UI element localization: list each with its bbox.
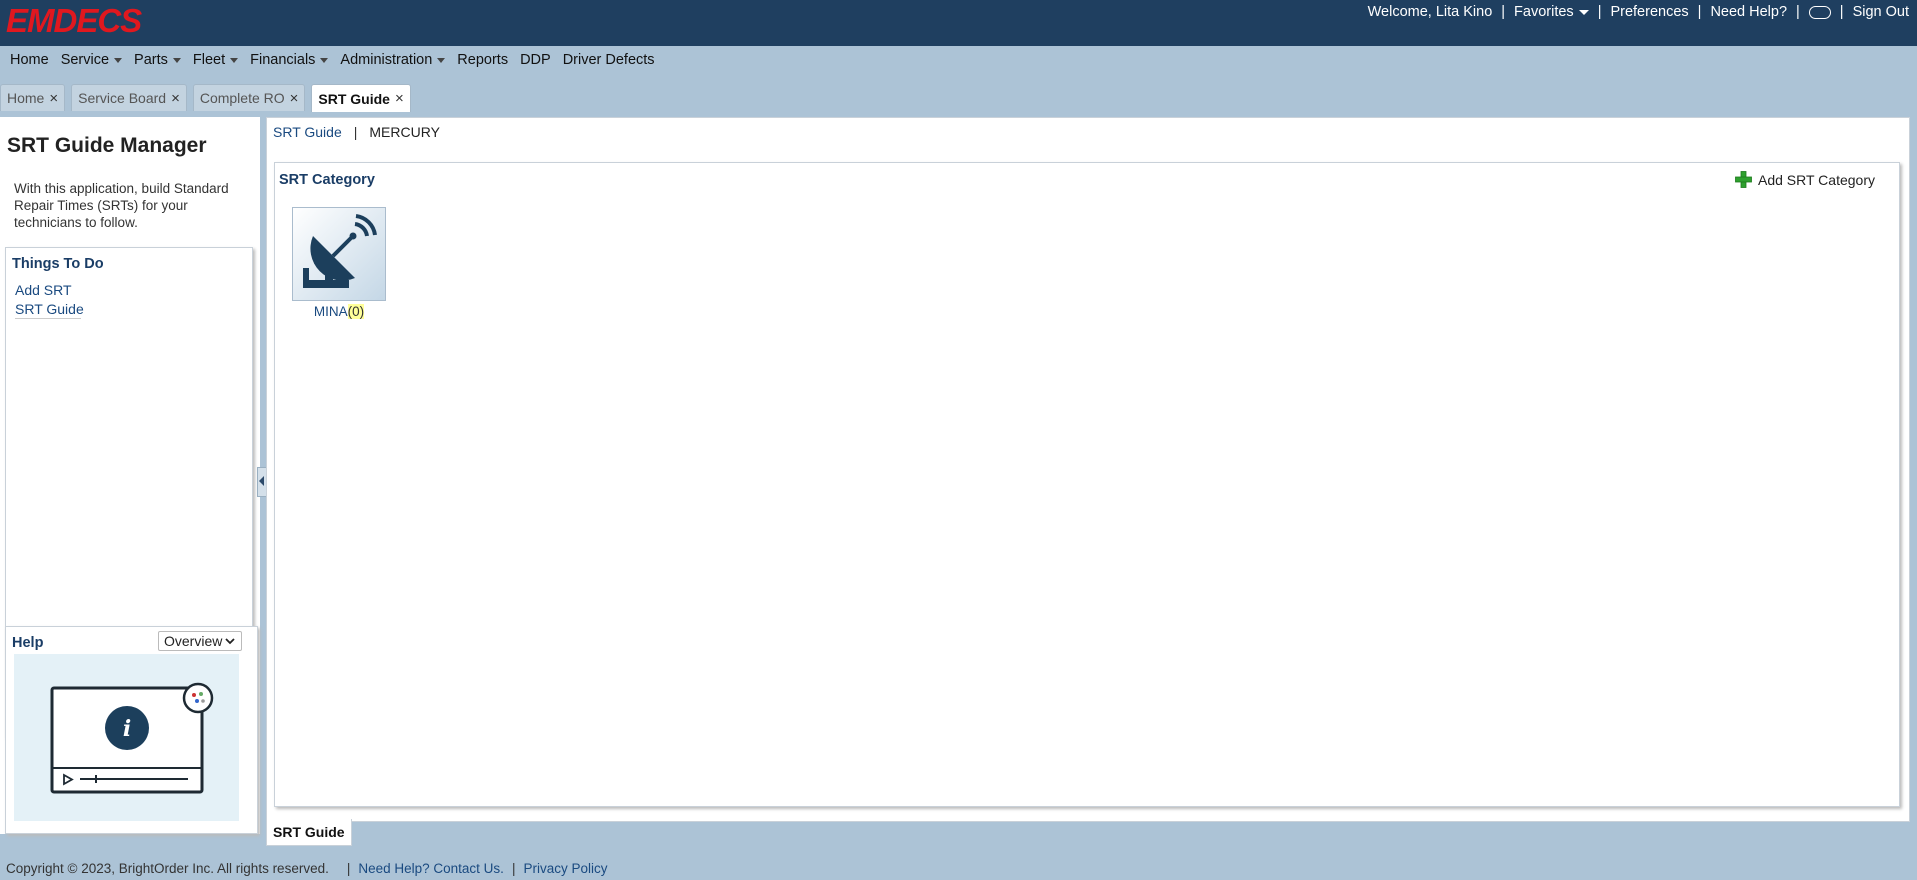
privacy-policy-link[interactable]: Privacy Policy bbox=[523, 861, 607, 876]
category-tile-label[interactable]: MINA(0) bbox=[292, 304, 386, 319]
tab-service-board[interactable]: Service Board × bbox=[71, 84, 187, 111]
chevron-down-icon bbox=[437, 57, 446, 63]
intro-text: With this application, build Standard Re… bbox=[14, 181, 229, 230]
satellite-dish-icon bbox=[293, 208, 385, 300]
sign-out-link[interactable]: Sign Out bbox=[1853, 4, 1909, 20]
nav-fleet[interactable]: Fleet bbox=[187, 52, 244, 68]
nav-administration[interactable]: Administration bbox=[334, 52, 451, 68]
open-tabs: Home × Service Board × Complete RO × SRT Gu… bbox=[0, 84, 417, 112]
page-title: SRT Guide Manager bbox=[7, 134, 207, 157]
main-nav: Home Service Parts Fleet Financials Admi… bbox=[0, 46, 1917, 74]
chevron-down-icon bbox=[172, 57, 181, 63]
user-menu: Welcome, Lita Kino | Favorites | Prefere… bbox=[1367, 4, 1909, 20]
top-bar: EMDECS Welcome, Lita Kino | Favorites | … bbox=[0, 0, 1917, 46]
help-video-thumbnail[interactable]: i bbox=[14, 654, 239, 821]
close-icon[interactable]: × bbox=[49, 90, 58, 107]
srt-category-panel: SRT Category Add SRT Category MINA(0) bbox=[274, 162, 1900, 807]
help-panel: Help Overview i bbox=[5, 626, 258, 834]
help-title: Help bbox=[12, 635, 44, 651]
add-srt-link[interactable]: Add SRT bbox=[15, 282, 72, 298]
nav-parts[interactable]: Parts bbox=[128, 52, 187, 68]
main-panel: SRT Guide | MERCURY SRT Category Add SRT… bbox=[266, 117, 1910, 822]
category-tile-mina[interactable] bbox=[292, 207, 386, 301]
svg-text:i: i bbox=[123, 716, 131, 742]
copyright-text: Copyright © 2023, BrightOrder Inc. All r… bbox=[6, 861, 329, 876]
tab-home[interactable]: Home × bbox=[0, 84, 66, 111]
tab-srt-guide[interactable]: SRT Guide × bbox=[311, 84, 411, 112]
bottom-tab-srt-guide[interactable]: SRT Guide bbox=[266, 819, 352, 846]
contact-link[interactable]: Need Help? Contact Us. bbox=[358, 861, 504, 876]
breadcrumb: SRT Guide | MERCURY bbox=[273, 124, 440, 140]
close-icon[interactable]: × bbox=[290, 90, 299, 107]
nav-service[interactable]: Service bbox=[55, 52, 128, 68]
nav-driver-defects[interactable]: Driver Defects bbox=[557, 52, 661, 68]
plus-icon bbox=[1735, 171, 1752, 188]
category-count: (0) bbox=[347, 304, 365, 319]
video-info-icon[interactable]: i bbox=[14, 654, 239, 821]
nav-ddp[interactable]: DDP bbox=[514, 52, 557, 68]
left-panel: SRT Guide Manager With this application,… bbox=[0, 117, 260, 834]
help-topic-select[interactable]: Overview bbox=[158, 631, 242, 651]
chevron-down-icon bbox=[1578, 9, 1589, 15]
srt-guide-link[interactable]: SRT Guide bbox=[15, 301, 84, 317]
nav-reports[interactable]: Reports bbox=[451, 52, 514, 68]
srt-category-title: SRT Category bbox=[279, 172, 375, 188]
tab-complete-ro[interactable]: Complete RO × bbox=[192, 84, 306, 111]
nav-financials[interactable]: Financials bbox=[244, 52, 334, 68]
preferences-link[interactable]: Preferences bbox=[1610, 4, 1688, 20]
divider bbox=[15, 318, 81, 319]
nav-home[interactable]: Home bbox=[4, 52, 55, 68]
close-icon[interactable]: × bbox=[395, 90, 404, 107]
things-to-do-title: Things To Do bbox=[12, 256, 104, 272]
footer: Copyright © 2023, BrightOrder Inc. All r… bbox=[6, 861, 608, 876]
welcome-text: Welcome, Lita Kino bbox=[1367, 4, 1493, 20]
chevron-down-icon bbox=[230, 57, 239, 63]
chevron-down-icon bbox=[225, 638, 235, 645]
close-icon[interactable]: × bbox=[171, 90, 180, 107]
favorites-menu[interactable]: Favorites bbox=[1514, 4, 1589, 20]
breadcrumb-current: MERCURY bbox=[369, 124, 440, 140]
chat-icon[interactable] bbox=[1808, 5, 1831, 19]
breadcrumb-srt-guide[interactable]: SRT Guide bbox=[273, 124, 342, 140]
emdecs-logo[interactable]: EMDECS bbox=[6, 2, 176, 40]
chevron-down-icon bbox=[114, 57, 123, 63]
chevron-down-icon bbox=[320, 57, 329, 63]
svg-text:EMDECS: EMDECS bbox=[6, 3, 142, 37]
need-help-link[interactable]: Need Help? bbox=[1710, 4, 1787, 20]
add-srt-category-button[interactable]: Add SRT Category bbox=[1735, 171, 1875, 188]
